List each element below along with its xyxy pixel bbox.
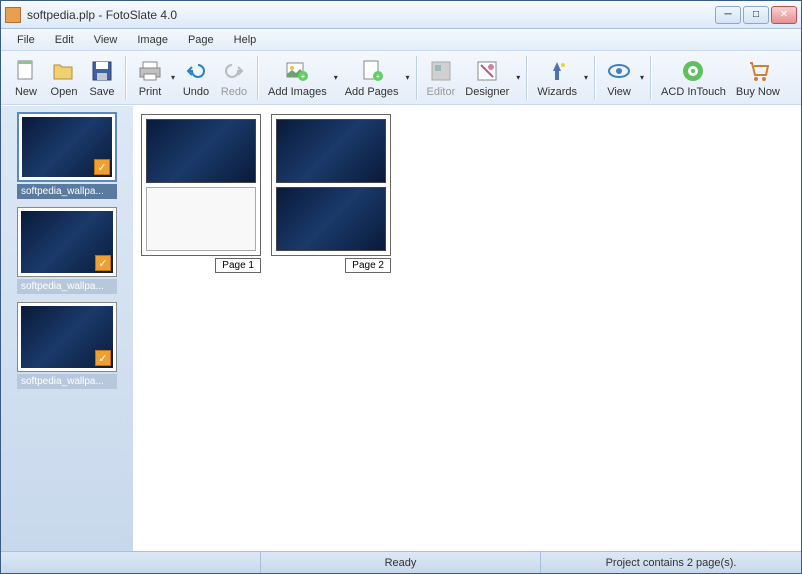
page-slot[interactable] [146,119,256,183]
menu-help[interactable]: Help [224,31,267,49]
minimize-button[interactable]: ─ [715,6,741,24]
close-button[interactable]: ✕ [771,6,797,24]
app-icon [5,7,21,23]
page-item[interactable]: Page 2 [271,114,391,273]
separator [526,56,528,100]
undo-button[interactable]: Undo [177,54,215,102]
status-ready: Ready [261,552,541,573]
svg-text:+: + [301,72,306,81]
separator [257,56,259,100]
redo-button[interactable]: Redo [215,54,253,102]
save-button[interactable]: Save [83,54,121,102]
statusbar: Ready Project contains 2 page(s). [1,551,801,573]
menu-view[interactable]: View [84,31,128,49]
new-button[interactable]: New [7,54,45,102]
designer-icon [473,57,501,85]
thumbnail-item[interactable]: ✓ softpedia_wallpa... [7,207,127,294]
open-icon [50,57,78,85]
menu-file[interactable]: File [7,31,45,49]
designer-dropdown[interactable]: ▾ [514,54,522,102]
acd-intouch-button[interactable]: ACD InTouch [656,54,731,102]
add-pages-button[interactable]: + Add Pages [340,54,404,102]
page-slot[interactable] [146,187,256,251]
workspace: ✓ softpedia_wallpa... ✓ softpedia_wallpa… [1,105,801,551]
add-images-dropdown[interactable]: ▾ [332,54,340,102]
menubar: File Edit View Image Page Help [1,29,801,51]
view-dropdown[interactable]: ▾ [638,54,646,102]
page-label: Page 2 [345,258,391,273]
editor-icon [427,57,455,85]
page-label: Page 1 [215,258,261,273]
save-icon [88,57,116,85]
print-dropdown[interactable]: ▾ [169,54,177,102]
editor-button[interactable]: Editor [422,54,461,102]
thumbnail-item[interactable]: ✓ softpedia_wallpa... [7,302,127,389]
redo-icon [220,57,248,85]
page-slot[interactable] [276,119,386,183]
status-project: Project contains 2 page(s). [541,552,801,573]
maximize-button[interactable]: □ [743,6,769,24]
add-images-button[interactable]: + Add Images [263,54,332,102]
separator [416,56,418,100]
svg-text:+: + [375,72,380,81]
titlebar: softpedia.plp - FotoSlate 4.0 ─ □ ✕ [1,1,801,29]
menu-page[interactable]: Page [178,31,224,49]
add-images-icon: + [283,57,311,85]
acd-icon [679,57,707,85]
new-icon [12,57,40,85]
thumbnail-label: softpedia_wallpa... [17,374,117,389]
window-controls: ─ □ ✕ [715,6,797,24]
menu-edit[interactable]: Edit [45,31,84,49]
separator [125,56,127,100]
buy-now-button[interactable]: Buy Now [731,54,785,102]
view-icon [605,57,633,85]
sidebar[interactable]: ✓ softpedia_wallpa... ✓ softpedia_wallpa… [1,106,133,551]
add-pages-dropdown[interactable]: ▾ [404,54,412,102]
page-item[interactable]: Page 1 [141,114,261,273]
wizards-dropdown[interactable]: ▾ [582,54,590,102]
thumbnail-item[interactable]: ✓ softpedia_wallpa... [7,112,127,199]
canvas[interactable]: Page 1 Page 2 [133,106,801,551]
check-icon: ✓ [95,255,111,271]
wizards-button[interactable]: Wizards [532,54,582,102]
page-slot[interactable] [276,187,386,251]
cart-icon [744,57,772,85]
check-icon: ✓ [94,159,110,175]
separator [650,56,652,100]
print-button[interactable]: Print [131,54,169,102]
designer-button[interactable]: Designer [460,54,514,102]
print-icon [136,57,164,85]
view-button[interactable]: View [600,54,638,102]
menu-image[interactable]: Image [127,31,178,49]
status-spacer [1,552,261,573]
thumbnail-label: softpedia_wallpa... [17,279,117,294]
open-button[interactable]: Open [45,54,83,102]
add-pages-icon: + [358,57,386,85]
wizards-icon [543,57,571,85]
window-title: softpedia.plp - FotoSlate 4.0 [27,8,715,22]
toolbar: New Open Save Print ▾ Undo Redo + Add Im… [1,51,801,105]
thumbnail-label: softpedia_wallpa... [17,184,117,199]
app-window: softpedia.plp - FotoSlate 4.0 ─ □ ✕ File… [0,0,802,574]
check-icon: ✓ [95,350,111,366]
separator [594,56,596,100]
undo-icon [182,57,210,85]
